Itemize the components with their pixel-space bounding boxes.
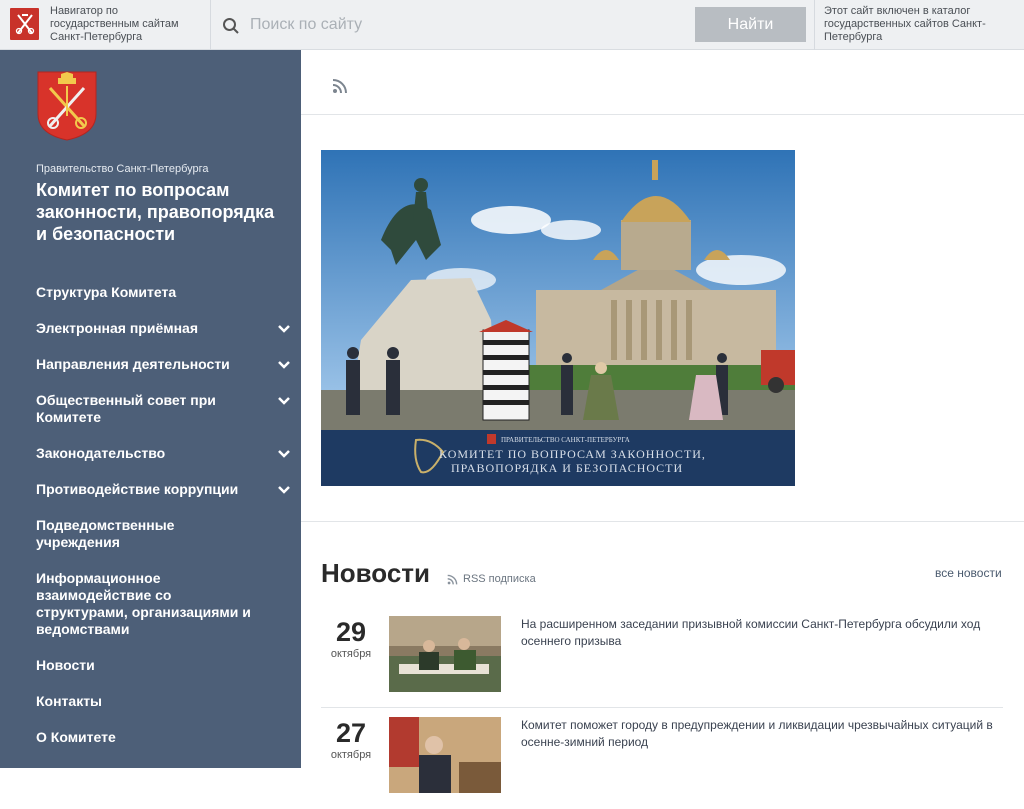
catalog-link[interactable]: Этот сайт включен в каталог государствен…	[824, 5, 1024, 44]
divider	[814, 0, 815, 50]
government-label: Правительство Санкт-Петербурга	[36, 163, 209, 175]
news-item[interactable]: 27 октября Комитет поможет городу в пред…	[321, 717, 1003, 809]
chevron-down-icon[interactable]	[276, 393, 292, 409]
news-month: октября	[330, 648, 372, 660]
news-thumbnail[interactable]	[389, 717, 501, 793]
sidebar-item-label: Законодательство	[36, 445, 166, 461]
sidebar-item-reception[interactable]: Электронная приёмная	[36, 320, 292, 337]
news-headline[interactable]: На расширенном заседании призывной комис…	[521, 616, 1003, 650]
sidebar-item-news[interactable]: Новости	[36, 657, 292, 674]
search-input[interactable]	[250, 12, 680, 38]
top-navigator-bar: Навигатор по государственным сайтам Санк…	[0, 0, 1024, 50]
sidebar-item-label: Противодействие коррупции	[36, 481, 239, 497]
all-news-link[interactable]: все новости	[935, 566, 1002, 580]
committee-banner-image[interactable]: ПРАВИТЕЛЬСТВО САНКТ-ПЕТЕРБУРГА КОМИТЕТ П…	[321, 150, 795, 486]
news-date: 29 октября	[321, 616, 381, 660]
sidebar-item-contacts[interactable]: Контакты	[36, 693, 292, 710]
coat-of-arms-icon[interactable]	[36, 70, 98, 142]
sidebar-item-legislation[interactable]: Законодательство	[36, 445, 292, 462]
sidebar-item-label: Структура Комитета	[36, 284, 177, 300]
rss-icon[interactable]	[332, 78, 348, 94]
chevron-down-icon[interactable]	[276, 482, 292, 498]
sidebar-item-structure[interactable]: Структура Комитета	[36, 284, 292, 301]
rss-subscribe-link[interactable]: RSS подписка	[447, 573, 536, 585]
news-day: 29	[335, 617, 367, 647]
sidebar-item-label: О Комитете	[36, 729, 116, 745]
search-icon	[223, 18, 239, 34]
news-day: 27	[335, 718, 367, 748]
sidebar-item-interaction[interactable]: Информационное взаимодействие со структу…	[36, 570, 292, 638]
news-section-title: Новости	[321, 558, 431, 588]
news-thumbnail[interactable]	[389, 616, 501, 692]
sidebar-item-label: Направления деятельности	[36, 356, 230, 372]
sidebar-item-public-council[interactable]: Общественный совет при Комитете	[36, 392, 292, 426]
sidebar-item-label: Информационное взаимодействие со структу…	[36, 570, 251, 637]
sidebar-item-label: Новости	[36, 657, 95, 673]
news-headline[interactable]: Комитет поможет городу в предупреждении …	[521, 717, 1003, 751]
search-button[interactable]: Найти	[695, 7, 806, 42]
divider	[210, 0, 211, 50]
divider	[301, 114, 1024, 115]
banner-title-line2: ПРАВОПОРЯДКА И БЕЗОПАСНОСТИ	[451, 461, 683, 475]
sidebar-item-label: Подведомственные учреждения	[36, 517, 175, 550]
news-item[interactable]: 29 октября На расширенном заседании приз…	[321, 616, 1003, 708]
sidebar-item-label: Электронная приёмная	[36, 320, 198, 336]
sidebar-item-anticorruption[interactable]: Противодействие коррупции	[36, 481, 292, 498]
rss-icon	[447, 574, 458, 584]
rss-subscribe-label: RSS подписка	[463, 573, 536, 585]
sidebar: Правительство Санкт-Петербурга Комитет п…	[0, 50, 301, 768]
sidebar-item-subordinate[interactable]: Подведомственные учреждения	[36, 517, 292, 551]
chevron-down-icon[interactable]	[276, 321, 292, 337]
sidebar-menu: Структура Комитета Электронная приёмная …	[36, 284, 292, 746]
main-content: ПРАВИТЕЛЬСТВО САНКТ-ПЕТЕРБУРГА КОМИТЕТ П…	[301, 50, 1024, 793]
sidebar-item-label: Контакты	[36, 693, 103, 709]
news-date: 27 октября	[321, 717, 381, 761]
sidebar-item-about[interactable]: О Комитете	[36, 729, 292, 746]
chevron-down-icon[interactable]	[276, 446, 292, 462]
navigator-link[interactable]: Навигатор по государственным сайтам Санк…	[50, 5, 200, 44]
banner-title-line1: КОМИТЕТ ПО ВОПРОСАМ ЗАКОННОСТИ,	[439, 447, 706, 461]
divider	[301, 521, 1024, 522]
news-month: октября	[330, 749, 372, 761]
chevron-down-icon[interactable]	[276, 357, 292, 373]
committee-title[interactable]: Комитет по вопросам законности, правопор…	[36, 179, 286, 245]
banner-small-caption: ПРАВИТЕЛЬСТВО САНКТ-ПЕТЕРБУРГА	[501, 436, 630, 444]
spb-logo-icon[interactable]	[10, 8, 39, 40]
sidebar-item-activities[interactable]: Направления деятельности	[36, 356, 292, 373]
sidebar-item-label: Общественный совет при Комитете	[36, 392, 216, 425]
divider	[321, 707, 1003, 708]
